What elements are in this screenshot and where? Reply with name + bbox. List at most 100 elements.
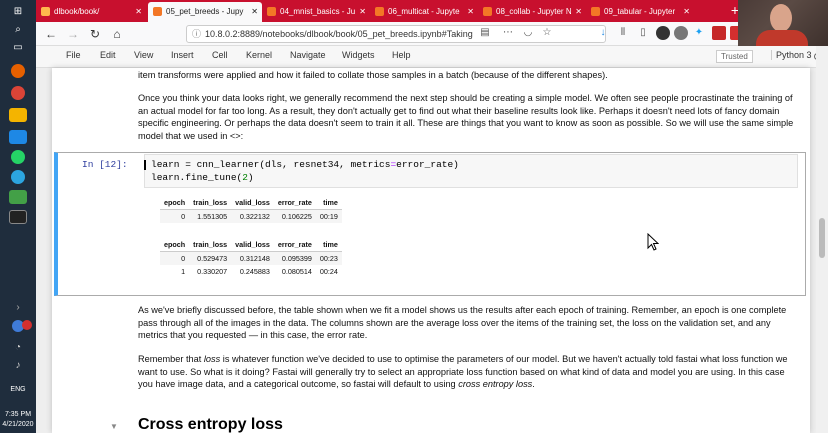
network-icon[interactable]: ◔	[9, 340, 27, 354]
table-cell: 0.245883	[239, 267, 270, 276]
table-cell: 0.106225	[273, 209, 316, 223]
table-cell: 0.322132	[231, 209, 274, 223]
notebook-page: item transforms were applied and how it …	[52, 68, 810, 433]
menu-file[interactable]: File	[66, 50, 81, 60]
tab-label: 08_collab - Jupyter N	[496, 7, 572, 16]
chevron-right-icon[interactable]: ›	[9, 300, 27, 314]
extension-red-icon[interactable]	[712, 26, 726, 40]
trusted-badge[interactable]: Trusted	[716, 50, 753, 63]
jupyter-tab-icon	[591, 7, 600, 16]
info-icon[interactable]: ⓘ	[192, 26, 201, 42]
chrome-icon[interactable]	[11, 86, 25, 100]
pocket-icon[interactable]: ◡	[521, 26, 535, 40]
url-text: 10.8.0.2:8889/notebooks/dlbook/book/05_p…	[205, 29, 473, 39]
notebook-container: item transforms were applied and how it …	[36, 68, 816, 433]
table-cell: 0.080514	[281, 267, 312, 276]
browser-nav-bar: ← → ↻ ⌂ ⓘ 10.8.0.2:8889/notebooks/dlbook…	[36, 22, 828, 46]
column-header: epoch	[160, 238, 190, 252]
windows-start-icon[interactable]: ⊞	[9, 4, 27, 18]
menu-kernel[interactable]: Kernel	[246, 50, 272, 60]
close-icon[interactable]: ✕	[467, 2, 474, 21]
code-text: )	[247, 172, 254, 183]
tab-label: 04_mnist_basics - Ju	[280, 7, 356, 16]
menu-insert[interactable]: Insert	[171, 50, 194, 60]
menu-widgets[interactable]: Widgets	[342, 50, 375, 60]
menu-edit[interactable]: Edit	[100, 50, 116, 60]
close-icon[interactable]: ✕	[251, 2, 258, 21]
file-explorer-icon[interactable]	[9, 108, 27, 122]
forward-icon[interactable]: →	[64, 25, 82, 43]
jupyter-tab-icon	[483, 7, 492, 16]
jupyter-menu-bar: File Edit View Insert Cell Kernel Naviga…	[36, 46, 821, 68]
page-actions-icon[interactable]: ⋯	[501, 26, 515, 40]
markdown-paragraph: As we've briefly discussed before, the t…	[138, 305, 787, 341]
jupyter-tab-icon	[267, 7, 276, 16]
table-row: 0 0.529473 0.312148 0.095399 00:23	[160, 251, 342, 265]
reload-icon[interactable]: ↻	[86, 25, 104, 43]
column-header: valid_loss	[231, 196, 274, 210]
reader-view-icon[interactable]: ▤	[478, 26, 492, 40]
markdown-paragraph: item transforms were applied and how it …	[138, 70, 608, 80]
download-icon[interactable]: ↓	[596, 26, 610, 40]
tab-05-pet-breeds[interactable]: 05_pet_breeds - Jupy ✕	[148, 2, 262, 22]
back-icon[interactable]: ←	[42, 25, 60, 43]
tab-dlbook[interactable]: dlbook/book/ ✕	[36, 2, 146, 22]
firefox-icon[interactable]	[11, 64, 25, 78]
language-indicator[interactable]: ENG	[0, 386, 36, 393]
clock-time[interactable]: 7:35 PM	[0, 410, 36, 419]
menu-navigate[interactable]: Navigate	[290, 50, 326, 60]
library-icon[interactable]: ⫴	[616, 26, 630, 40]
tab-04-mnist-basics[interactable]: 04_mnist_basics - Ju ✕	[262, 2, 370, 22]
terminal-icon[interactable]	[9, 210, 27, 224]
kernel-name[interactable]: Python 3	[771, 50, 812, 60]
tab-06-multicat[interactable]: 06_multicat - Jupyte ✕	[370, 2, 478, 22]
telegram-icon[interactable]	[11, 170, 25, 184]
close-icon[interactable]: ✕	[359, 2, 366, 21]
table-cell: 0.529473	[189, 251, 232, 265]
close-icon[interactable]: ✕	[683, 2, 690, 21]
scrollbar-thumb[interactable]	[819, 218, 825, 258]
tray-icon-red[interactable]	[22, 320, 32, 330]
code-editor[interactable]: learn = cnn_learner(dls, resnet34, metri…	[144, 154, 798, 188]
collapse-heading-icon[interactable]: ▼	[110, 422, 118, 431]
code-line: learn = cnn_learner(dls, resnet34, metri…	[151, 158, 791, 171]
sidebar-icon[interactable]: ▯	[636, 26, 650, 40]
folder-tab-icon	[41, 7, 50, 16]
markdown-paragraph: Remember that loss is whatever function …	[138, 353, 798, 391]
menu-cell[interactable]: Cell	[212, 50, 228, 60]
tab-08-collab[interactable]: 08_collab - Jupyter N ✕	[478, 2, 586, 22]
tab-label: 05_pet_breeds - Jupy	[166, 7, 244, 16]
tab-09-tabular[interactable]: 09_tabular - Jupyter ✕	[586, 2, 694, 22]
mouse-cursor-icon	[647, 233, 659, 251]
tab-label: dlbook/book/	[54, 7, 100, 16]
table-cell: 00:23	[315, 251, 342, 265]
app-icon-green[interactable]	[9, 190, 27, 204]
code-text: error_rate)	[396, 159, 459, 170]
clock-date[interactable]: 4/21/2020	[0, 420, 36, 429]
extension-dark-icon[interactable]	[656, 26, 670, 40]
code-text: learn = cnn_learner(dls, resnet34, metri…	[151, 159, 391, 170]
page-scrollbar[interactable]	[816, 46, 828, 433]
markdown-paragraph: Once you think your data looks right, we…	[138, 93, 794, 141]
text-cursor	[144, 160, 146, 170]
task-view-icon[interactable]: ▭	[9, 40, 27, 54]
tab-label: 06_multicat - Jupyte	[388, 7, 460, 16]
column-header: error_rate	[273, 196, 316, 210]
whatsapp-icon[interactable]	[11, 150, 25, 164]
menu-help[interactable]: Help	[392, 50, 411, 60]
column-header: error_rate	[273, 238, 316, 252]
code-text: learn.fine_tune(	[151, 172, 243, 183]
menu-view[interactable]: View	[134, 50, 153, 60]
close-icon[interactable]: ✕	[575, 2, 582, 21]
extension-grey-icon[interactable]	[674, 26, 688, 40]
column-header: time	[315, 196, 342, 210]
home-icon[interactable]: ⌂	[108, 25, 126, 43]
bookmark-star-icon[interactable]: ☆	[540, 26, 554, 40]
close-icon[interactable]: ✕	[135, 2, 142, 21]
search-icon[interactable]: ⌕	[9, 22, 27, 36]
twitter-icon[interactable]: ✦	[692, 26, 706, 40]
app-icon-blue[interactable]	[9, 130, 27, 144]
volume-icon[interactable]: ♪	[9, 358, 27, 372]
paragraph-text: .	[532, 379, 535, 390]
results-table-2: epoch train_loss valid_loss error_rate t…	[160, 238, 342, 278]
